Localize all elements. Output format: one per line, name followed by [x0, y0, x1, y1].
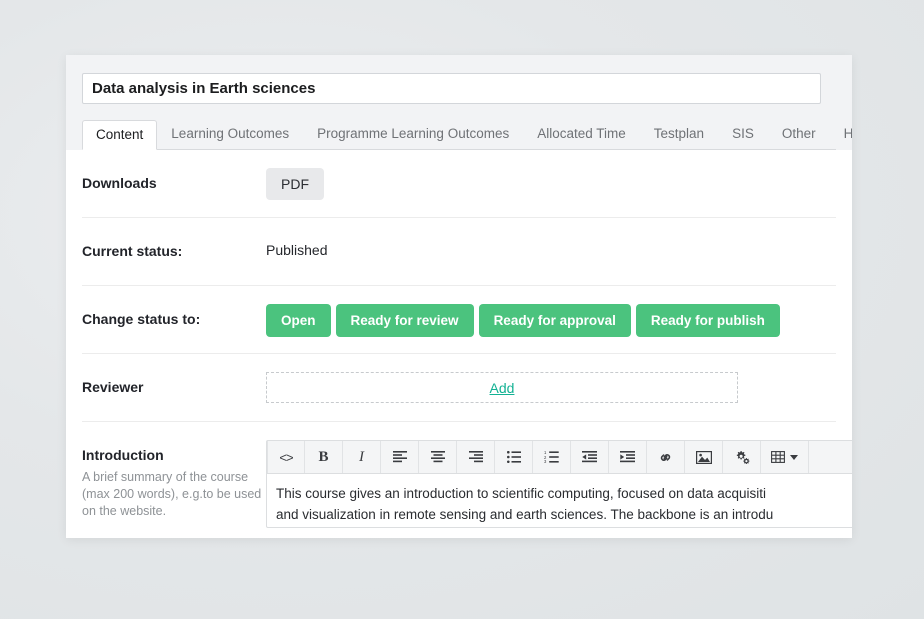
align-center-icon[interactable]	[419, 441, 457, 473]
status-open-button[interactable]: Open	[266, 304, 331, 337]
introduction-hint: A brief summary of the course (max 200 w…	[82, 470, 262, 518]
numbered-list-icon[interactable]: 1 2 3	[533, 441, 571, 473]
source-code-icon[interactable]: <>	[267, 441, 305, 473]
status-button-group: Open Ready for review Ready for approval…	[266, 304, 836, 337]
downloads-label: Downloads	[82, 175, 157, 191]
reviewer-add-link[interactable]: Add	[490, 380, 515, 396]
introduction-label: Introduction A brief summary of the cour…	[82, 422, 266, 520]
current-status-value: Published	[266, 242, 328, 258]
tab-allocated-time[interactable]: Allocated Time	[523, 119, 640, 149]
chevron-down-icon[interactable]	[790, 454, 798, 460]
panel-header: Content Learning Outcomes Programme Lear…	[66, 55, 852, 150]
bullet-list-icon[interactable]	[495, 441, 533, 473]
tab-testplan[interactable]: Testplan	[640, 119, 718, 149]
change-status-content: Open Ready for review Ready for approval…	[266, 286, 836, 337]
current-status-label: Current status:	[82, 243, 183, 259]
settings-gears-icon[interactable]	[723, 441, 761, 473]
download-pdf-button[interactable]: PDF	[266, 168, 324, 200]
change-status-label: Change status to:	[82, 311, 201, 327]
outdent-icon[interactable]	[571, 441, 609, 473]
tab-learning-outcomes[interactable]: Learning Outcomes	[157, 119, 303, 149]
course-editor-panel: Content Learning Outcomes Programme Lear…	[66, 55, 852, 538]
table-icon[interactable]	[761, 441, 809, 473]
row-change-status: Change status to: Open Ready for review …	[82, 286, 836, 354]
row-introduction: Introduction A brief summary of the cour…	[82, 422, 852, 528]
reviewer-content: Add	[266, 354, 836, 403]
image-icon[interactable]	[685, 441, 723, 473]
tab-bar: Content Learning Outcomes Programme Lear…	[82, 119, 852, 150]
introduction-title: Introduction	[82, 447, 164, 463]
editor-line-2: and visualization in remote sensing and …	[276, 507, 774, 522]
row-current-status: Current status: Published	[82, 218, 836, 286]
row-downloads: Downloads PDF	[82, 150, 836, 218]
status-ready-for-approval-button[interactable]: Ready for approval	[478, 304, 631, 337]
align-left-icon[interactable]	[381, 441, 419, 473]
align-right-icon[interactable]	[457, 441, 495, 473]
tab-other[interactable]: Other	[768, 119, 830, 149]
reviewer-add-dropzone[interactable]: Add	[266, 372, 738, 403]
editor-line-1: This course gives an introduction to sci…	[276, 486, 767, 501]
introduction-content: <> B I 1 2 3 This course gives an introd…	[266, 422, 852, 528]
link-icon[interactable]	[647, 441, 685, 473]
status-ready-for-publish-button[interactable]: Ready for publish	[635, 304, 780, 337]
tab-programme-learning-outcomes[interactable]: Programme Learning Outcomes	[303, 119, 523, 149]
panel-body: Downloads PDF Current status: Published …	[66, 150, 852, 528]
reviewer-label: Reviewer	[82, 379, 144, 395]
editor-toolbar: <> B I 1 2 3	[267, 441, 852, 474]
status-ready-for-review-button[interactable]: Ready for review	[335, 304, 474, 337]
row-reviewer: Reviewer Add	[82, 354, 836, 422]
course-title-input[interactable]	[82, 73, 821, 104]
screen-background: Content Learning Outcomes Programme Lear…	[0, 0, 924, 619]
indent-icon[interactable]	[609, 441, 647, 473]
tab-history[interactable]: His	[830, 119, 852, 149]
downloads-content: PDF	[266, 150, 836, 200]
bold-icon[interactable]: B	[305, 441, 343, 473]
editor-text-area[interactable]: This course gives an introduction to sci…	[267, 474, 852, 527]
tab-sis[interactable]: SIS	[718, 119, 768, 149]
current-status-content: Published	[266, 218, 836, 258]
svg-text:3: 3	[544, 459, 547, 463]
rich-text-editor: <> B I 1 2 3 This course gives an introd…	[266, 440, 852, 528]
tab-content[interactable]: Content	[82, 120, 158, 150]
italic-icon[interactable]: I	[343, 441, 381, 473]
